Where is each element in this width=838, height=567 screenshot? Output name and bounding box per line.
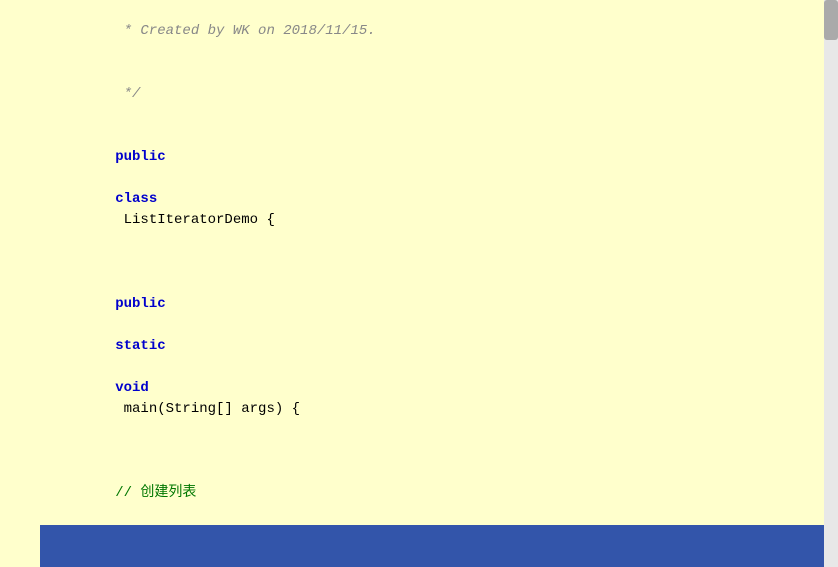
code-line-1: * Created by WK on 2018/11/15.	[0, 0, 838, 63]
scrollbar[interactable]	[824, 0, 838, 567]
line-content-1: * Created by WK on 2018/11/15.	[40, 0, 838, 63]
comment-text: * Created by WK on 2018/11/15.	[115, 23, 375, 39]
code-editor: * Created by WK on 2018/11/15. */ public…	[0, 0, 838, 567]
class-name: ListIteratorDemo {	[115, 212, 275, 228]
kw-static: static	[115, 338, 165, 354]
sp2	[115, 317, 123, 333]
line-content-2: */	[40, 63, 838, 126]
code-line-4: public static void main(String[] args) {	[0, 252, 838, 441]
indent1	[115, 275, 149, 291]
comment-close: */	[115, 86, 140, 102]
space1	[115, 170, 123, 186]
kw-public2: public	[115, 296, 165, 312]
line-content-4: public static void main(String[] args) {	[40, 252, 838, 441]
kw-public: public	[115, 149, 165, 165]
comment-create-list: // 创建列表	[115, 485, 196, 501]
code-line-5: // 创建列表	[0, 441, 838, 525]
scrollbar-thumb[interactable]	[824, 0, 838, 40]
sp3	[115, 359, 123, 375]
line-content-6: List <Integer> list = new ArrayList<Inte…	[40, 525, 838, 567]
kw-class: class	[115, 191, 157, 207]
code-line-2: */	[0, 63, 838, 126]
line-content-3: public class ListIteratorDemo {	[40, 126, 838, 252]
main-sig: main(String[] args) {	[115, 401, 300, 417]
code-line-6: List <Integer> list = new ArrayList<Inte…	[0, 525, 838, 567]
kw-void: void	[115, 380, 149, 396]
indent3	[115, 548, 182, 564]
code-container: * Created by WK on 2018/11/15. */ public…	[0, 0, 838, 567]
indent2	[115, 464, 182, 480]
line-content-5: // 创建列表	[40, 441, 838, 525]
code-line-3: public class ListIteratorDemo {	[0, 126, 838, 252]
